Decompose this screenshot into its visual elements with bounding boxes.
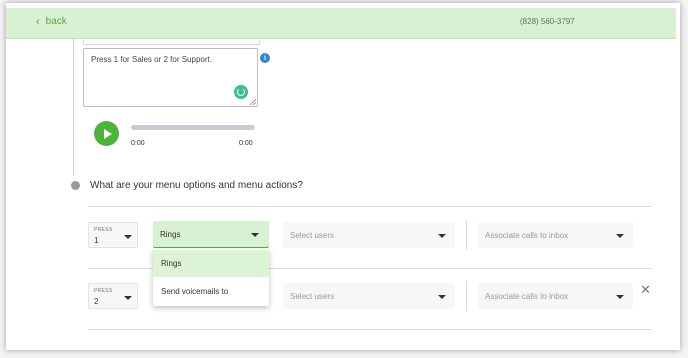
info-icon[interactable]: i	[260, 53, 270, 63]
loading-icon	[234, 85, 248, 99]
inbox-select-placeholder: Associate calls to inbox	[485, 231, 569, 240]
inbox-select-1[interactable]: Associate calls to inbox	[478, 222, 633, 248]
audio-duration: 0:00	[239, 140, 253, 147]
divider	[466, 220, 467, 250]
divider	[466, 281, 467, 311]
users-select-placeholder: Select users	[290, 231, 335, 240]
press-key-select-2[interactable]: PRESS 2	[88, 283, 138, 309]
inbox-select-placeholder: Associate calls to inbox	[485, 292, 569, 301]
divider	[88, 206, 652, 207]
press-key-select-1[interactable]: PRESS 1	[88, 222, 138, 248]
chevron-down-icon	[124, 235, 132, 239]
action-select-1[interactable]: Rings	[153, 221, 269, 248]
dropdown-option-rings[interactable]: Rings	[153, 250, 269, 277]
divider	[88, 329, 652, 330]
greeting-message-textarea[interactable]: Press 1 for Sales or 2 for Support.	[83, 48, 258, 107]
dropdown-option-send-voicemails[interactable]: Send voicemails to	[153, 278, 269, 305]
close-icon[interactable]: ✕	[640, 283, 651, 296]
greeting-message-text: Press 1 for Sales or 2 for Support.	[91, 55, 212, 64]
back-label: back	[45, 16, 67, 27]
chevron-down-icon	[124, 296, 132, 300]
chevron-left-icon: ‹	[36, 15, 40, 28]
audio-progress-bar[interactable]	[131, 125, 255, 130]
action-dropdown-menu: Rings Send voicemails to	[153, 249, 269, 306]
play-button[interactable]	[94, 121, 119, 146]
menu-question: What are your menu options and menu acti…	[90, 180, 303, 191]
press-value: 1	[94, 236, 99, 245]
phone-number: (828) 560-3797	[520, 17, 575, 26]
play-icon	[104, 128, 112, 139]
step-bullet	[71, 181, 80, 190]
users-select-placeholder: Select users	[290, 292, 335, 301]
top-bar: ‹ back (828) 560-3797	[6, 8, 676, 39]
chevron-down-icon	[616, 234, 624, 238]
step-connector-line	[73, 38, 74, 176]
action-select-value: Rings	[160, 230, 181, 239]
previous-field	[83, 38, 260, 45]
chevron-down-icon	[616, 295, 624, 299]
back-link[interactable]: ‹ back	[36, 16, 67, 27]
resize-handle[interactable]	[250, 99, 256, 105]
press-value: 2	[94, 297, 99, 306]
dropdown-option-label: Send voicemails to	[161, 287, 229, 296]
dropdown-option-label: Rings	[161, 259, 182, 268]
users-select-2[interactable]: Select users	[283, 283, 455, 309]
audio-current-time: 0:00	[131, 140, 145, 147]
users-select-1[interactable]: Select users	[283, 222, 455, 248]
chevron-down-icon	[438, 295, 446, 299]
chevron-down-icon	[251, 233, 259, 237]
chevron-down-icon	[438, 234, 446, 238]
press-label: PRESS	[94, 288, 113, 294]
inbox-select-2[interactable]: Associate calls to inbox	[478, 283, 633, 309]
press-label: PRESS	[94, 227, 113, 233]
